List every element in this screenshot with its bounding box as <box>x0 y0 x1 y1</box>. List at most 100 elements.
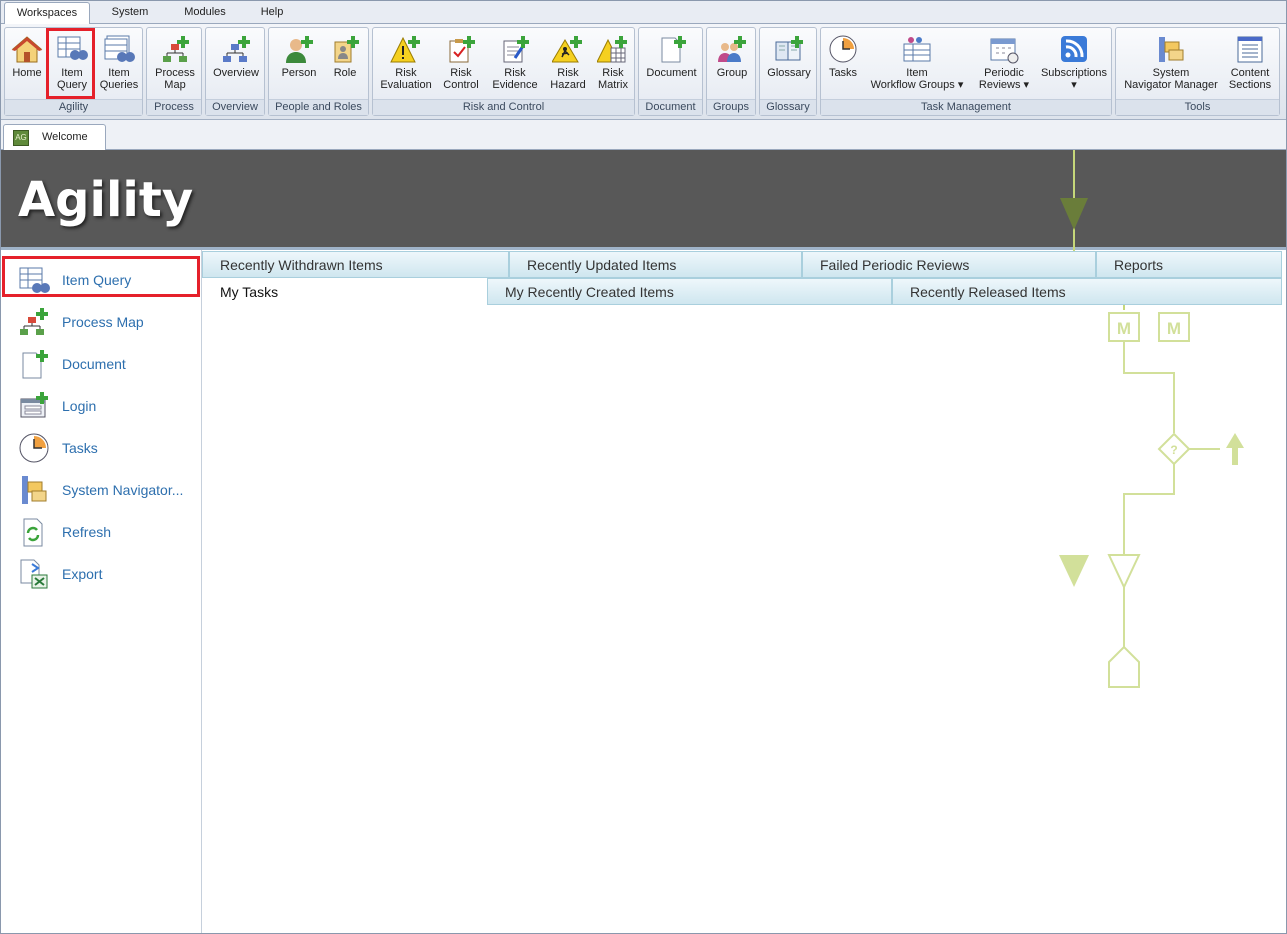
agility-logo-icon: AG <box>13 130 29 146</box>
document-add-icon <box>22 350 48 379</box>
risk-control-button[interactable]: Risk Control <box>435 30 487 98</box>
tab-recently-updated-items[interactable]: Recently Updated Items <box>509 251 802 278</box>
sidebar-item-label: Refresh <box>62 524 112 540</box>
sidebar-item-label: Login <box>62 398 97 414</box>
app-title: Agility <box>18 172 194 228</box>
menu-tab-workspaces[interactable]: Workspaces <box>4 2 90 25</box>
item-workflow-groups-label: Item Workflow Groups ▾ <box>870 67 964 91</box>
home-label: Home <box>12 67 42 79</box>
sidebar-item-system-navigator[interactable]: System Navigator... <box>18 472 198 508</box>
overview-button[interactable]: Overview <box>210 30 262 98</box>
sidebar-item-process-map[interactable]: Process Map <box>18 304 198 340</box>
sidebar-item-label: System Navigator... <box>62 482 184 498</box>
risk-evaluation-icon <box>390 36 420 63</box>
group-label: Group <box>716 67 748 79</box>
role-button[interactable]: Role <box>325 30 365 98</box>
tab-my-recently-created-items[interactable]: My Recently Created Items <box>487 278 892 305</box>
periodic-reviews-button[interactable]: Periodic Reviews ▾ <box>971 30 1037 98</box>
overview-label: Overview <box>213 67 259 79</box>
person-button[interactable]: Person <box>273 30 325 98</box>
glossary-button[interactable]: Glossary <box>763 30 815 98</box>
ribbon-group-risk-and-control: Risk Evaluation Risk Control Risk Evidence … <box>372 27 635 116</box>
clock-icon <box>829 35 857 63</box>
risk-evidence-button[interactable]: Risk Evidence <box>487 30 543 98</box>
tab-recently-withdrawn-items[interactable]: Recently Withdrawn Items <box>202 251 509 278</box>
tab-failed-periodic-reviews[interactable]: Failed Periodic Reviews <box>802 251 1096 278</box>
item-queries-icon <box>104 35 135 62</box>
group-label-overview: Overview <box>206 99 264 115</box>
tab-welcome-label: Welcome <box>42 131 88 143</box>
tab-row-front: My Tasks My Recently Created Items Recen… <box>202 278 1282 305</box>
group-add-icon <box>718 36 746 62</box>
sidebar-item-label: Tasks <box>62 440 98 456</box>
sidebar-item-label: Document <box>62 356 126 372</box>
group-label-people-and-roles: People and Roles <box>269 99 368 115</box>
login-icon <box>20 392 48 418</box>
ribbon-group-task-management: Tasks Item Workflow Groups ▾ Periodic Revi… <box>820 27 1112 116</box>
ribbon-group-groups: Group Groups <box>706 27 756 116</box>
document-tab-strip: AG Welcome <box>0 120 1287 150</box>
document-label: Document <box>646 67 697 79</box>
group-button[interactable]: Group <box>710 30 754 98</box>
risk-control-icon <box>449 36 475 63</box>
main-content: Recently Withdrawn Items Recently Update… <box>202 250 1287 934</box>
risk-evaluation-button[interactable]: Risk Evaluation <box>377 30 435 98</box>
group-label-document: Document <box>639 99 702 115</box>
ribbon: Home Item Query Item Queries Agility Proce… <box>0 24 1287 120</box>
process-map-label: Process Map <box>155 67 195 91</box>
glossary-icon <box>775 36 803 61</box>
tab-recently-released-items[interactable]: Recently Released Items <box>892 278 1282 305</box>
sidebar-item-document[interactable]: Document <box>18 346 198 382</box>
clock-icon <box>19 433 49 463</box>
highlight-item-query-ribbon <box>46 28 95 99</box>
sidebar-item-label: Process Map <box>62 314 144 330</box>
ribbon-group-document: Document Document <box>638 27 703 116</box>
menu-tab-help[interactable]: Help <box>250 2 294 24</box>
tab-reports[interactable]: Reports <box>1096 251 1282 278</box>
ribbon-group-process: Process Map Process <box>146 27 202 116</box>
home-button[interactable]: Home <box>7 30 47 98</box>
sidebar-item-refresh[interactable]: Refresh <box>18 514 198 550</box>
process-map-button[interactable]: Process Map <box>151 30 199 98</box>
risk-matrix-label: Risk Matrix <box>598 67 628 91</box>
export-excel-icon <box>20 559 48 589</box>
ribbon-group-tools: System Navigator Manager Content Sections … <box>1115 27 1280 116</box>
rss-icon <box>1061 36 1087 62</box>
tab-row-back: Recently Withdrawn Items Recently Update… <box>202 251 1282 278</box>
group-label-task-management: Task Management <box>821 99 1111 115</box>
sidebar-item-tasks[interactable]: Tasks <box>18 430 198 466</box>
item-queries-button[interactable]: Item Queries <box>97 30 141 98</box>
sidebar-item-export[interactable]: Export <box>18 556 198 592</box>
overview-icon <box>223 36 250 62</box>
risk-evidence-label: Risk Evidence <box>492 67 538 91</box>
sidebar: Item Query Process Map Document Login Ta… <box>0 250 202 934</box>
menu-tab-modules[interactable]: Modules <box>172 2 238 24</box>
system-navigator-icon <box>1159 37 1184 62</box>
sidebar-item-login[interactable]: Login <box>18 388 198 424</box>
menu-tab-system[interactable]: System <box>100 2 160 24</box>
person-add-icon <box>286 36 313 63</box>
process-map-icon <box>163 36 189 62</box>
risk-hazard-button[interactable]: Risk Hazard <box>543 30 593 98</box>
group-label-risk-and-control: Risk and Control <box>373 99 634 115</box>
group-label-glossary: Glossary <box>760 99 816 115</box>
workflow-groups-icon <box>903 37 931 62</box>
content-sections-icon <box>1237 36 1263 63</box>
tasks-button[interactable]: Tasks <box>823 30 863 98</box>
role-add-icon <box>334 36 359 63</box>
content-sections-label: Content Sections <box>1228 67 1272 91</box>
content-sections-button[interactable]: Content Sections <box>1222 30 1278 98</box>
system-navigator-icon <box>22 476 47 504</box>
system-navigator-manager-button[interactable]: System Navigator Manager <box>1120 30 1222 98</box>
my-tasks-panel <box>202 306 1287 934</box>
glossary-label: Glossary <box>767 67 811 79</box>
risk-matrix-button[interactable]: Risk Matrix <box>593 30 633 98</box>
tab-my-tasks[interactable]: My Tasks <box>202 278 487 305</box>
tasks-label: Tasks <box>828 67 858 79</box>
document-add-icon <box>661 36 686 63</box>
item-workflow-groups-button[interactable]: Item Workflow Groups ▾ <box>867 30 967 98</box>
document-button[interactable]: Document <box>643 30 700 98</box>
tab-welcome[interactable]: AG Welcome <box>3 124 106 150</box>
subscriptions-button[interactable]: Subscriptions ▾ <box>1039 30 1109 98</box>
risk-control-label: Risk Control <box>443 67 479 91</box>
